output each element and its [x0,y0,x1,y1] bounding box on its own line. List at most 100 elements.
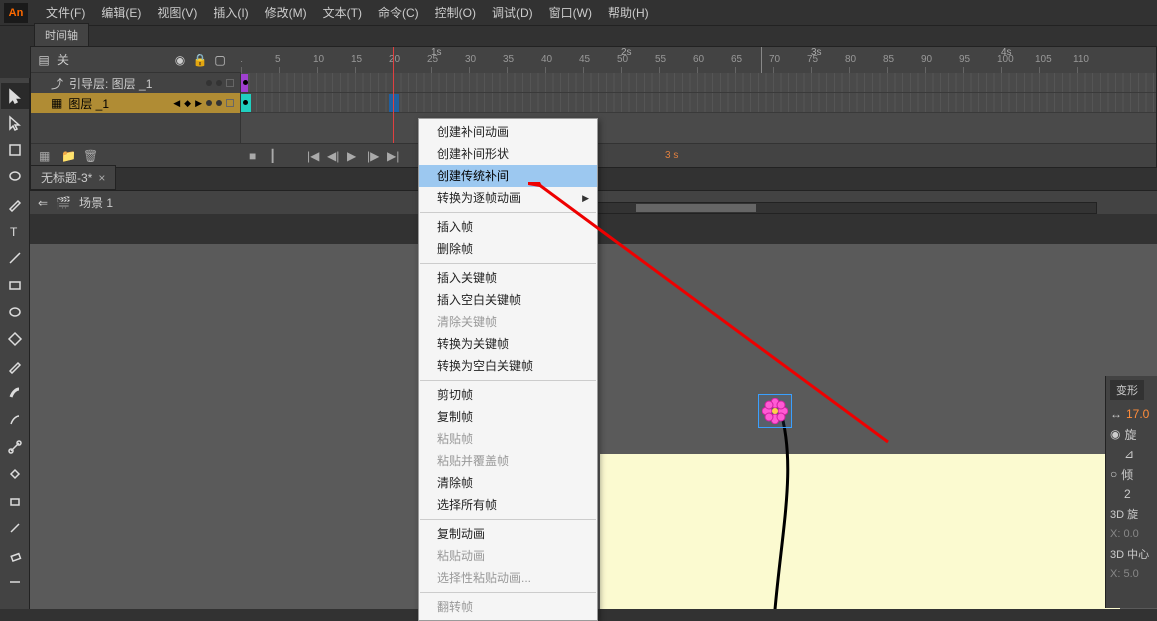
timeline-ruler[interactable]: 1s 2s 3s 4s 1510152025303540455055606570… [241,47,1156,73]
ink-bottle-tool[interactable] [1,488,29,514]
playhead[interactable] [393,47,394,73]
menu-file[interactable]: 文件(F) [38,0,93,26]
context-menu-item[interactable]: 插入帧 [419,216,597,238]
close-icon[interactable]: × [98,171,105,185]
guide-layer-icon: ⤴ [51,75,63,92]
text-tool[interactable]: T [1,218,29,244]
width-value[interactable]: 17.0 [1126,407,1149,421]
skew-value: 2 [1124,487,1131,501]
context-menu-item[interactable]: 插入空白关键帧 [419,289,597,311]
line-tool[interactable] [1,245,29,271]
context-menu-item[interactable]: 清除帧 [419,472,597,494]
back-icon[interactable]: ⇐ [38,196,48,210]
diamond-icon[interactable]: ◆ [184,98,191,109]
center3d-label: 3D 中心 [1110,544,1153,564]
radio-skew[interactable]: ○ [1110,467,1117,481]
context-menu-item[interactable]: 复制动画 [419,523,597,545]
selected-symbol[interactable] [758,394,792,428]
outline-sq[interactable] [226,99,234,107]
paint-brush-tool[interactable] [1,407,29,433]
context-menu-item[interactable]: 转换为逐帧动画 [419,187,597,209]
arrow-right-icon[interactable]: ▶ [195,98,202,109]
context-menu: 创建补间动画创建补间形状创建传统补间转换为逐帧动画插入帧删除帧插入关键帧插入空白… [418,118,598,621]
frame-row-layer1[interactable] [241,93,1156,113]
first-frame-icon[interactable]: |◀ [307,149,321,163]
menu-modify[interactable]: 修改(M) [257,0,315,26]
play-icon[interactable]: ▶ [347,149,361,163]
lock-icon[interactable]: 🔒 [193,53,207,67]
lock-dot[interactable] [216,100,222,106]
playhead-line[interactable] [393,73,394,143]
next-frame-icon[interactable]: |▶ [367,149,381,163]
lasso-tool[interactable] [1,164,29,190]
menu-commands[interactable]: 命令(C) [370,0,427,26]
menu-insert[interactable]: 插入(I) [205,0,256,26]
context-menu-item[interactable]: 选择所有帧 [419,494,597,516]
timeline-tab[interactable]: 时间轴 [34,23,89,46]
center3d-x: X: 5.0 [1110,564,1153,584]
doc-tab[interactable]: 无标题-3* × [30,165,116,190]
vis-dot[interactable] [206,100,212,106]
transform-tab[interactable]: 变形 [1110,380,1144,400]
context-menu-item[interactable]: 剪切帧 [419,384,597,406]
context-menu-item[interactable]: 创建传统补间 [419,165,597,187]
eye-icon[interactable]: ◉ [173,53,187,67]
menu-window[interactable]: 窗口(W) [541,0,600,26]
scene-label[interactable]: 场景 1 [79,194,113,211]
context-menu-item: 粘贴并覆盖帧 [419,450,597,472]
vis-dot[interactable] [206,80,212,86]
layer-selected[interactable]: ▦ 图层 _1 ◀ ◆ ▶ [31,93,240,113]
pen-tool[interactable] [1,191,29,217]
frames-column[interactable] [241,73,1156,143]
context-menu-item[interactable]: 转换为关键帧 [419,333,597,355]
menu-edit[interactable]: 编辑(E) [93,0,149,26]
lock-dot[interactable] [216,80,222,86]
paint-bucket-tool[interactable] [1,461,29,487]
end-marker [761,47,762,73]
kf-dot[interactable] [243,100,248,105]
menu-text[interactable]: 文本(T) [315,0,370,26]
camera-icon[interactable]: ■ [249,149,263,163]
context-menu-item[interactable]: 创建补间形状 [419,143,597,165]
app-logo: An [4,3,28,23]
width-tool[interactable] [1,569,29,595]
menu-view[interactable]: 视图(V) [149,0,205,26]
polystar-tool[interactable] [1,326,29,352]
frame-row-guide[interactable] [241,73,1156,93]
selection-tool[interactable] [1,83,29,109]
eyedropper-tool[interactable] [1,515,29,541]
pencil-tool[interactable] [1,353,29,379]
context-menu-item[interactable]: 删除帧 [419,238,597,260]
arrow-left-icon[interactable]: ◀ [173,98,180,109]
layer-guide[interactable]: ⤴ 引导层: 图层 _1 [31,73,240,93]
context-menu-item[interactable]: 复制帧 [419,406,597,428]
prev-frame-icon[interactable]: ◀| [327,149,341,163]
bone-tool[interactable] [1,434,29,460]
last-frame-icon[interactable]: ▶| [387,149,401,163]
free-transform-tool[interactable] [1,137,29,163]
menu-help[interactable]: 帮助(H) [600,0,657,26]
menu-debug[interactable]: 调试(D) [484,0,541,26]
context-menu-item: 清除关键帧 [419,311,597,333]
context-menu-item[interactable]: 插入关键帧 [419,267,597,289]
new-folder-icon[interactable]: 📁 [61,149,75,163]
outline-sq[interactable] [226,79,234,87]
rectangle-tool[interactable] [1,272,29,298]
menu-control[interactable]: 控制(O) [427,0,484,26]
oval-tool[interactable] [1,299,29,325]
flower-icon [762,398,788,424]
context-menu-item[interactable]: 转换为空白关键帧 [419,355,597,377]
selected-frame[interactable] [389,94,399,112]
kf-dot[interactable] [243,80,248,85]
new-layer-icon[interactable]: ▦ [39,149,53,163]
layers-icon: ▤ [37,53,51,67]
timeline-scrollbar[interactable] [595,202,1097,214]
brush-tool[interactable] [1,380,29,406]
center-icon[interactable]: ┃ [269,149,283,163]
delete-layer-icon[interactable]: 🗑 [83,149,97,163]
outline-icon[interactable]: ▢ [213,53,227,67]
context-menu-item[interactable]: 创建补间动画 [419,121,597,143]
eraser-tool[interactable] [1,542,29,568]
subselection-tool[interactable] [1,110,29,136]
radio-rotate[interactable]: ◉ [1110,427,1120,441]
